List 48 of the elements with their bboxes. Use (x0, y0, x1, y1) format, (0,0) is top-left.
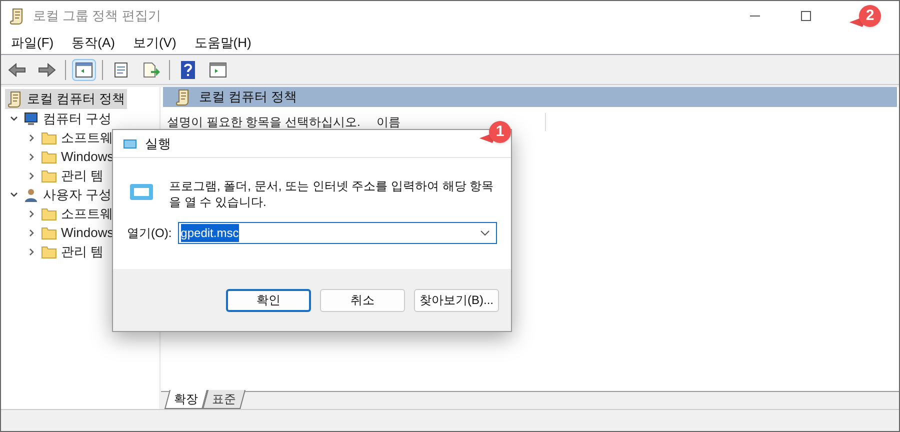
menu-item[interactable]: 파일(F) (11, 32, 54, 52)
dialog-button[interactable]: 취소 (320, 288, 405, 312)
tree-item[interactable]: Windows (61, 222, 114, 242)
description-text: 설명이 필요한 항목을 선택하십시오. (167, 114, 360, 131)
back-arrow-icon[interactable] (8, 62, 26, 76)
run-icon (127, 182, 155, 202)
chevron-down-icon[interactable] (9, 114, 19, 124)
dialog-message: 프로그램, 폴더, 문서, 또는 인터넷 주소를 입력하여 해당 항목을 열 수 있습니다. (169, 178, 495, 210)
folder-icon (41, 226, 57, 240)
menu-item[interactable]: 보기(V) (132, 32, 176, 52)
help-icon[interactable] (181, 60, 195, 78)
scroll-icon (7, 90, 23, 108)
scroll-icon (9, 7, 25, 25)
tree-item[interactable]: 컴퓨터 구성 (43, 108, 112, 128)
menu-item[interactable]: 도움말(H) (194, 32, 252, 52)
maximize-icon[interactable] (801, 11, 811, 21)
scroll-icon (175, 88, 191, 106)
forward-arrow-icon[interactable] (38, 62, 56, 76)
tree-item[interactable]: Windows (61, 146, 114, 166)
folder-icon (41, 130, 57, 144)
tree-item[interactable]: 소프트웨 (61, 128, 113, 148)
computer-icon (23, 110, 39, 126)
view-tab[interactable]: 확장 (164, 390, 208, 409)
chevron-down-icon[interactable] (9, 190, 19, 200)
tree-item[interactable]: 관리 템 (61, 242, 104, 262)
folder-icon (41, 244, 57, 258)
folder-icon (41, 206, 57, 220)
tree-item[interactable]: 관리 템 (61, 166, 104, 186)
user-icon (23, 186, 39, 202)
tree-item[interactable]: 사용자 구성 (43, 184, 112, 204)
dialog-title: 실행 (145, 134, 171, 153)
dialog-button[interactable]: 찾아보기(B)... (414, 288, 499, 312)
window-title: 로컬 그룹 정책 편집기 (33, 7, 161, 26)
open-combobox[interactable]: gpedit.msc (178, 222, 497, 244)
tree-item[interactable]: 소프트웨 (61, 204, 113, 224)
pane-header: 로컬 컴퓨터 정책 (199, 88, 298, 106)
folder-icon (41, 168, 57, 182)
open-label: 열기(O): (127, 225, 172, 242)
export-list-icon[interactable] (142, 62, 160, 78)
view-tab[interactable]: 표준 (202, 390, 246, 409)
tree-pane-icon[interactable] (75, 62, 93, 78)
menu-item[interactable]: 동작(A) (72, 32, 115, 52)
run-icon (123, 138, 137, 148)
folder-icon (41, 150, 57, 164)
dropdown-chevron-icon[interactable] (480, 229, 490, 237)
action-pane-icon[interactable] (209, 62, 227, 78)
properties-icon[interactable] (113, 62, 129, 78)
dialog-button[interactable]: 확인 (226, 288, 311, 312)
